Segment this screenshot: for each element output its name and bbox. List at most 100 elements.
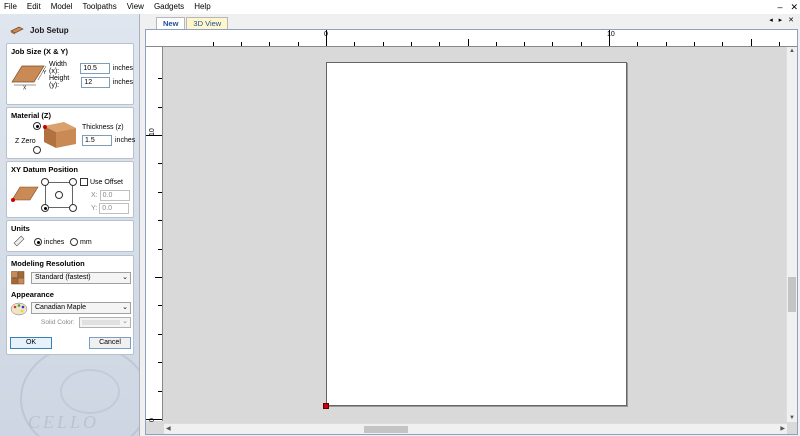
- chevron-down-icon: ⌄: [122, 274, 128, 281]
- ruler-tick: [158, 333, 162, 335]
- axis-y-label: Y: [43, 70, 47, 76]
- ruler-tick: [158, 163, 162, 165]
- document-tabs: New 3D View: [156, 17, 229, 29]
- ruler-tick: [609, 30, 610, 46]
- watermark-decoration-inner: [60, 369, 120, 414]
- width-input[interactable]: 10.5: [80, 62, 110, 74]
- ruler-tick: [269, 42, 271, 46]
- tab-new[interactable]: New: [156, 17, 186, 29]
- z-zero-top-radio[interactable]: [33, 122, 41, 130]
- ruler-tick: [410, 42, 412, 46]
- scroll-right-icon[interactable]: ▶: [780, 424, 785, 434]
- palette-icon: [10, 302, 28, 316]
- appearance-title: Appearance: [11, 290, 54, 299]
- use-offset-checkbox[interactable]: [80, 178, 88, 186]
- tab-nav-controls[interactable]: ◂ ▸ ✕: [769, 16, 796, 24]
- horizontal-scrollbar[interactable]: ◀ ▶: [164, 423, 787, 434]
- resolution-appearance-section: Modeling Resolution Standard (fastest) ⌄…: [6, 255, 134, 355]
- job-size-title: Job Size (X & Y): [11, 47, 68, 56]
- menu-model[interactable]: Model: [47, 0, 77, 14]
- ruler-tick: [158, 390, 162, 392]
- units-inches-label: inches: [44, 238, 65, 246]
- 2d-view: 0 10 10 0 ▲ ▼ ◀ ▶: [145, 29, 798, 435]
- menu-toolpaths[interactable]: Toolpaths: [78, 0, 120, 14]
- axis-x-label: X: [23, 86, 27, 91]
- z-zero-label: Z Zero: [15, 138, 36, 145]
- ruler-tick: [158, 220, 162, 222]
- tab-3d-view[interactable]: 3D View: [186, 17, 229, 29]
- units-inches-option[interactable]: inches: [34, 238, 64, 246]
- watermark-text: CELLO: [28, 412, 100, 432]
- resolution-selected: Standard (fastest): [35, 274, 91, 281]
- datum-center-radio[interactable]: [55, 191, 63, 199]
- offset-x-input[interactable]: 0.0: [99, 190, 130, 201]
- solid-color-picker[interactable]: ⌄: [79, 317, 131, 328]
- ruler-tick: [580, 42, 582, 46]
- ruler-tick: [750, 39, 752, 46]
- appearance-selected: Canadian Maple: [35, 304, 86, 311]
- offset-x-row: X: 0.0: [91, 190, 130, 201]
- datum-title: XY Datum Position: [11, 165, 78, 174]
- panel-header: Job Setup: [4, 20, 136, 40]
- datum-material-icon: [11, 186, 39, 202]
- cancel-button[interactable]: Cancel: [89, 337, 131, 349]
- resolution-grid-icon: [11, 271, 25, 285]
- thickness-label: Thickness (z): [82, 124, 124, 131]
- horizontal-scroll-thumb[interactable]: [364, 426, 408, 433]
- thickness-input[interactable]: 1.5: [82, 135, 112, 146]
- use-offset-row: Use Offset: [80, 178, 123, 186]
- solid-color-label: Solid Color:: [41, 319, 75, 326]
- close-button[interactable]: ✕: [790, 0, 798, 14]
- material-sheet[interactable]: [326, 62, 627, 406]
- ruler-tick: [158, 78, 162, 80]
- datum-top-right-radio[interactable]: [69, 178, 77, 186]
- ruler-tick: [354, 42, 356, 46]
- job-setup-panel: CELLO Job Setup Job Size (X & Y) X Y Wid…: [0, 14, 140, 436]
- ruler-tick: [693, 42, 695, 46]
- panel-title: Job Setup: [30, 25, 69, 35]
- drawing-canvas[interactable]: [164, 48, 794, 422]
- ruler-tick: [155, 277, 162, 278]
- scroll-down-icon[interactable]: ▼: [789, 415, 795, 421]
- units-mm-option[interactable]: mm: [70, 238, 92, 246]
- datum-bottom-left-radio[interactable]: [41, 204, 49, 212]
- appearance-dropdown[interactable]: Canadian Maple ⌄: [31, 302, 131, 314]
- ruler-tick: [665, 42, 667, 46]
- ruler-tick: [326, 30, 327, 46]
- menu-view[interactable]: View: [123, 0, 148, 14]
- vertical-scrollbar[interactable]: ▲ ▼: [786, 47, 797, 422]
- ok-button[interactable]: OK: [10, 337, 52, 349]
- units-mm-radio[interactable]: [70, 238, 78, 246]
- units-inches-radio[interactable]: [34, 238, 42, 246]
- menu-edit[interactable]: Edit: [23, 0, 45, 14]
- chevron-down-icon: ⌄: [122, 304, 128, 311]
- ruler-tick: [495, 42, 497, 46]
- height-input[interactable]: 12: [81, 76, 110, 88]
- width-unit: inches: [112, 64, 133, 72]
- ruler-tick: [146, 135, 162, 136]
- resolution-dropdown[interactable]: Standard (fastest) ⌄: [31, 272, 131, 284]
- scroll-left-icon[interactable]: ◀: [166, 424, 171, 434]
- menu-gadgets[interactable]: Gadgets: [150, 0, 188, 14]
- thickness-unit: inches: [115, 137, 136, 144]
- material-section: Material (Z) Z Zero Thickness (z) 1.5 in…: [6, 107, 136, 159]
- units-title: Units: [11, 224, 30, 233]
- job-size-section: Job Size (X & Y) X Y Width (x): 10.5 inc…: [6, 43, 134, 105]
- offset-y-input[interactable]: 0.0: [99, 203, 130, 214]
- datum-bottom-right-radio[interactable]: [69, 204, 77, 212]
- menu-help[interactable]: Help: [190, 0, 214, 14]
- height-label: Height (y):: [49, 75, 70, 89]
- z-zero-bottom-radio[interactable]: [33, 146, 41, 154]
- menu-file[interactable]: File: [0, 0, 21, 14]
- ruler-icon: [13, 235, 25, 247]
- ruler-tick: [524, 42, 526, 46]
- job-size-illustration-icon: X Y: [11, 65, 47, 91]
- vertical-scroll-thumb[interactable]: [788, 277, 796, 312]
- datum-top-left-radio[interactable]: [41, 178, 49, 186]
- offset-x-label: X:: [91, 192, 98, 199]
- height-unit: inches: [112, 78, 133, 86]
- ruler-tick: [158, 362, 162, 364]
- scroll-up-icon[interactable]: ▲: [789, 48, 795, 54]
- ruler-tick: [212, 42, 214, 46]
- minimize-button[interactable]: –: [777, 0, 782, 14]
